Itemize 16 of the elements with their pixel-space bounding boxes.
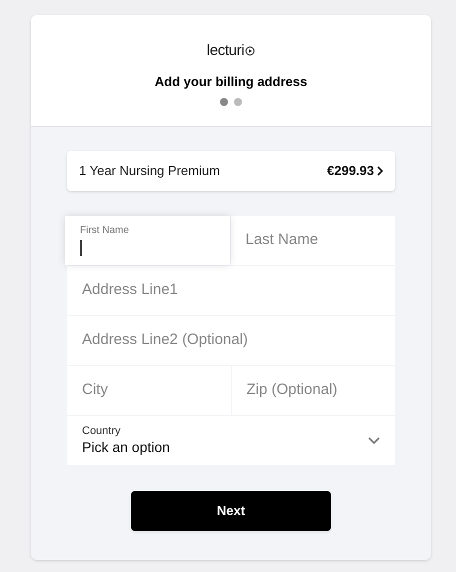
input-field[interactable]: City [67,366,230,415]
country-select[interactable]: Country Pick an option [67,416,395,465]
input-field[interactable]: Last Name [230,216,395,265]
input-field[interactable]: Address Line1 [67,266,395,315]
input-field[interactable]: First Name [65,216,230,265]
play-circle-icon [245,46,256,56]
logo-text: lecturi [206,43,244,58]
next-button[interactable]: Next [131,491,331,531]
product-summary[interactable]: 1 Year Nursing Premium €299.93 [67,151,395,191]
chevron-down-icon [368,436,380,444]
product-name: 1 Year Nursing Premium [79,162,220,180]
input-field[interactable]: Zip (Optional) [232,366,395,415]
product-price: €299.93 [327,162,374,180]
input-field[interactable]: Address Line2 (Optional) [67,316,395,365]
page-title: Add your billing address [154,73,308,91]
chevron-right-icon [377,166,383,176]
